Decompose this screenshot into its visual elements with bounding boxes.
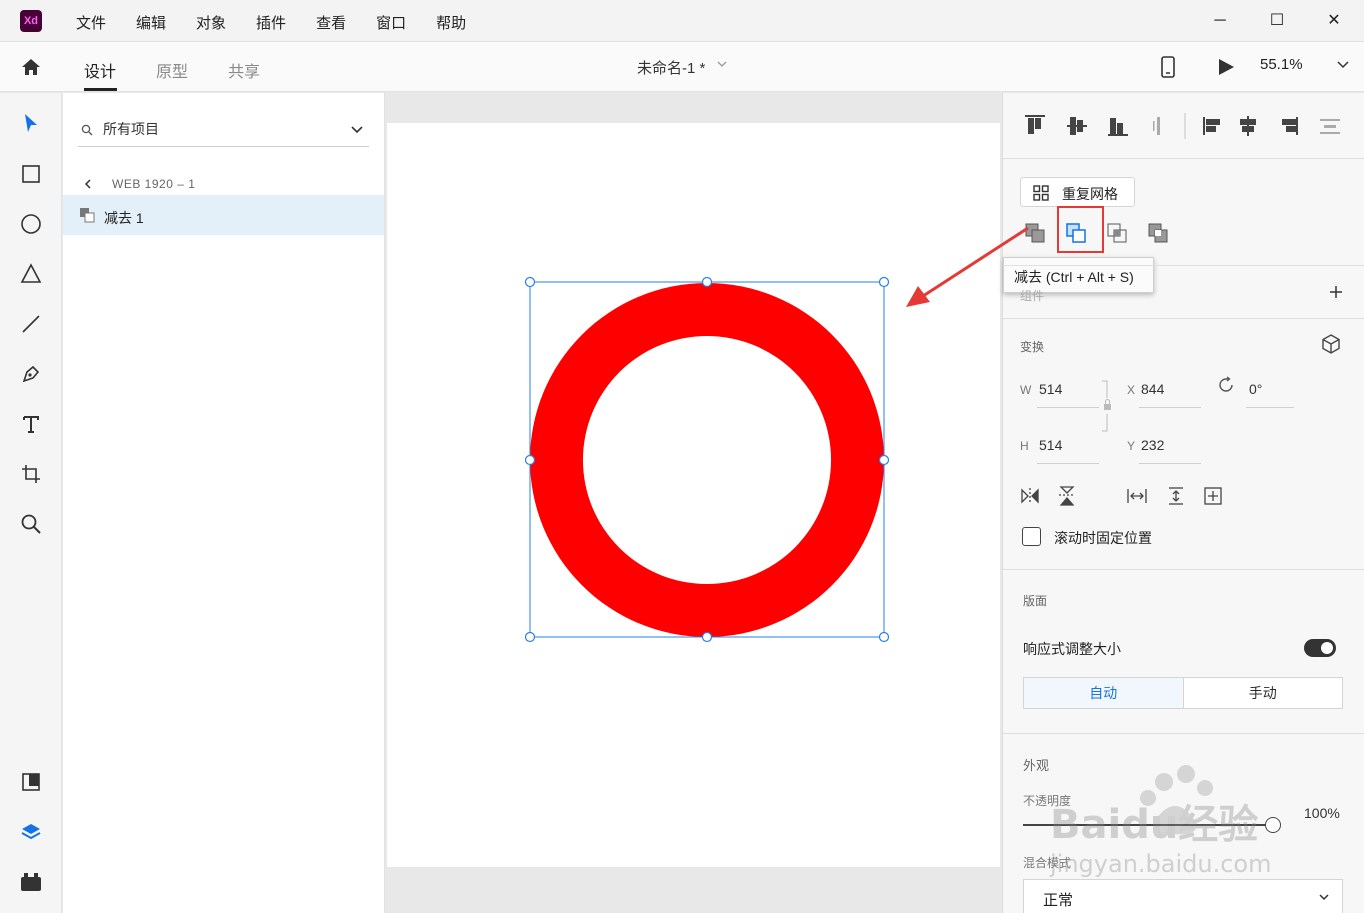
tab-prototype[interactable]: 原型 (156, 58, 188, 82)
layer-item-subtract[interactable]: 减去 1 (63, 195, 384, 235)
menu-view[interactable]: 查看 (316, 12, 346, 33)
exclude-boolean-icon[interactable] (1146, 221, 1170, 245)
lock-aspect-icon[interactable] (1101, 380, 1113, 432)
subtract-button-highlight (1057, 206, 1104, 253)
y-value[interactable]: 232 (1141, 437, 1164, 453)
assets-icon[interactable] (19, 770, 43, 794)
rotate-icon (1219, 376, 1233, 392)
width-label: W (1020, 383, 1032, 397)
opacity-label: 不透明度 (1023, 794, 1072, 808)
align-toolbar[interactable] (1022, 113, 1352, 139)
responsive-resize-toggle[interactable] (1304, 639, 1336, 657)
menu-plugins[interactable]: 插件 (256, 12, 286, 33)
menu-help[interactable]: 帮助 (436, 12, 466, 33)
chevron-down-icon[interactable] (1336, 58, 1350, 72)
menu-window[interactable]: 窗口 (376, 12, 406, 33)
annotation-arrow (906, 226, 1029, 307)
opacity-slider[interactable] (1023, 824, 1273, 826)
blend-mode-value: 正常 (1043, 892, 1074, 909)
layer-filter[interactable]: 所有项目 (78, 117, 369, 147)
layout-title: 版面 (1023, 594, 1048, 608)
pen-icon[interactable] (19, 362, 43, 386)
height-value[interactable]: 514 (1039, 437, 1062, 453)
artboard-icon[interactable] (19, 462, 43, 486)
mobile-preview-icon[interactable] (1160, 56, 1176, 78)
tab-share[interactable]: 共享 (228, 58, 260, 82)
width-value[interactable]: 514 (1039, 381, 1062, 397)
responsive-resize-label: 响应式调整大小 (1023, 641, 1121, 657)
opacity-slider-knob[interactable] (1265, 817, 1281, 833)
back-chevron-icon[interactable] (83, 178, 93, 190)
chevron-down-icon (1319, 894, 1329, 901)
layers-panel: 所有项目 WEB 1920 – 1 减去 1 (63, 93, 385, 913)
x-value[interactable]: 844 (1141, 381, 1164, 397)
artboard-breadcrumb[interactable]: WEB 1920 – 1 (112, 177, 195, 191)
line-icon[interactable] (19, 312, 43, 336)
text-icon[interactable] (19, 412, 43, 436)
chevron-down-icon[interactable] (716, 58, 728, 70)
fix-position-checkbox[interactable] (1022, 527, 1041, 546)
repeat-grid-button[interactable]: 重复网格 (1020, 177, 1135, 207)
add-component-icon[interactable] (1329, 285, 1343, 299)
chevron-down-icon[interactable] (350, 124, 364, 136)
opacity-value[interactable]: 100% (1304, 805, 1340, 821)
tab-design[interactable]: 设计 (84, 58, 116, 82)
active-tab-indicator (84, 88, 117, 91)
filter-label: 所有项目 (103, 121, 159, 137)
intersect-boolean-icon[interactable] (1105, 221, 1129, 245)
property-inspector: 重复网格 减去 (Ctrl + Alt + S) 组件 变换 W 514 X 8… (1002, 93, 1364, 913)
layer-label: 减去 1 (104, 210, 144, 226)
menu-items: 文件 编辑 对象 插件 查看 窗口 帮助 (76, 12, 496, 33)
fix-position-label: 滚动时固定位置 (1054, 530, 1152, 546)
appearance-title: 外观 (1023, 758, 1050, 773)
minimize-button[interactable]: ─ (1210, 11, 1230, 31)
auto-option[interactable]: 自动 (1024, 678, 1184, 708)
play-icon[interactable] (1217, 58, 1235, 76)
maximize-button[interactable]: ☐ (1267, 11, 1287, 31)
flip-distribute-toolbar[interactable] (1020, 485, 1230, 507)
transform-title: 变换 (1020, 340, 1045, 354)
menu-object[interactable]: 对象 (196, 12, 226, 33)
app-logo: Xd (20, 10, 42, 32)
manual-option[interactable]: 手动 (1184, 678, 1343, 708)
menu-bar: Xd 文件 编辑 对象 插件 查看 窗口 帮助 ─ ☐ ✕ (0, 0, 1364, 42)
x-label: X (1127, 383, 1136, 397)
rotation-value[interactable]: 0° (1249, 381, 1262, 397)
ellipse-icon[interactable] (19, 212, 43, 236)
tool-bar (0, 93, 62, 913)
resize-mode-segmented: 自动 手动 (1023, 677, 1343, 709)
document-title[interactable]: 未命名-1 * (637, 57, 705, 78)
canvas[interactable] (386, 93, 1002, 913)
home-icon[interactable] (20, 56, 42, 78)
repeat-grid-label: 重复网格 (1062, 186, 1118, 202)
grid-icon (1033, 185, 1049, 201)
height-label: H (1020, 439, 1029, 453)
close-button[interactable]: ✕ (1324, 11, 1344, 31)
3d-transform-icon[interactable] (1320, 333, 1342, 355)
rectangle-icon[interactable] (19, 162, 43, 186)
boolean-group-icon (80, 208, 95, 223)
search-icon (81, 124, 93, 136)
plugins-icon[interactable] (19, 870, 43, 894)
layers-icon[interactable] (19, 820, 43, 844)
zoom-icon[interactable] (19, 512, 43, 536)
y-label: Y (1127, 439, 1136, 453)
header-bar: 设计 原型 共享 未命名-1 * 55.1% (0, 42, 1364, 92)
menu-edit[interactable]: 编辑 (136, 12, 166, 33)
blend-mode-label: 混合模式 (1023, 856, 1072, 870)
triangle-icon[interactable] (19, 262, 43, 286)
blend-mode-select[interactable]: 正常 (1023, 879, 1343, 913)
select-icon[interactable] (19, 112, 43, 136)
zoom-level[interactable]: 55.1% (1260, 56, 1303, 73)
menu-file[interactable]: 文件 (76, 12, 106, 33)
